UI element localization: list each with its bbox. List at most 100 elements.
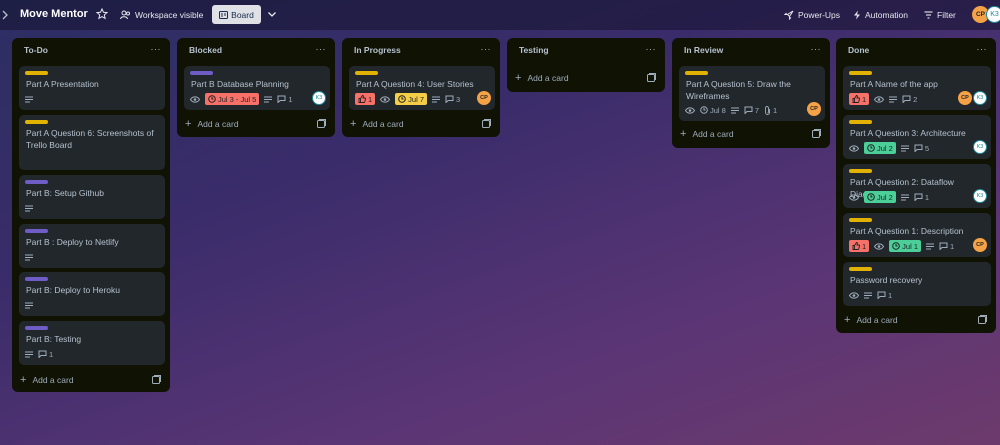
label-yellow[interactable]	[355, 71, 378, 75]
card-part-a-question-1[interactable]: Part A Question 1: Description 1 Jul 1 1…	[843, 213, 991, 257]
card-member-avatar[interactable]: K3	[973, 140, 987, 154]
label-purple[interactable]	[25, 277, 48, 281]
card-part-b-deploy-heroku[interactable]: Part B: Deploy to Heroku	[19, 272, 165, 316]
card-member-avatar[interactable]: CP	[477, 91, 491, 105]
card-part-b-database-planning[interactable]: Part B Database Planning Jul 3 - Jul 5 1…	[184, 66, 330, 110]
votes-badge[interactable]: 1	[355, 93, 376, 105]
paperclip-icon	[764, 105, 771, 115]
card-member-avatar[interactable]: CP	[973, 238, 987, 252]
card-title: Part B : Deploy to Netlify	[26, 237, 119, 247]
due-date-text: Jul 2	[877, 192, 893, 202]
add-card-button[interactable]: + Add a card	[515, 72, 569, 84]
card-part-b-testing[interactable]: Part B: Testing 1	[19, 321, 165, 365]
more-icon[interactable]: ···	[977, 44, 988, 54]
member-avatar-k3[interactable]: K3	[986, 6, 1000, 23]
list-title[interactable]: Testing	[519, 45, 549, 55]
add-card-button[interactable]: + Add a card	[680, 128, 734, 140]
description-icon	[432, 96, 441, 103]
card-part-a-question-3[interactable]: Part A Question 3: Architecture Jul 2 5 …	[843, 115, 991, 159]
add-card-button[interactable]: + Add a card	[844, 314, 898, 326]
label-yellow[interactable]	[25, 120, 48, 124]
card-part-a-presentation[interactable]: Part A Presentation	[19, 66, 165, 110]
description-icon	[25, 351, 33, 358]
card-title: Part A Question 3: Architecture	[850, 128, 966, 138]
add-card-button[interactable]: + Add a card	[185, 118, 239, 130]
card-part-b-setup-github[interactable]: Part B: Setup Github	[19, 175, 165, 219]
label-yellow[interactable]	[25, 71, 48, 75]
visibility-button[interactable]: Workspace visible	[120, 6, 203, 23]
more-icon[interactable]: ···	[646, 44, 657, 54]
clock-icon	[700, 106, 708, 114]
board-title[interactable]: Move Mentor	[20, 8, 88, 20]
list-title[interactable]: Blocked	[189, 45, 222, 55]
label-purple[interactable]	[25, 229, 48, 233]
card-template-icon[interactable]	[152, 375, 161, 384]
list-title[interactable]: In Review	[684, 45, 723, 55]
label-yellow[interactable]	[849, 169, 872, 173]
more-icon[interactable]: ···	[151, 44, 162, 54]
list-title[interactable]: To-Do	[24, 45, 48, 55]
dates-badge[interactable]: Jul 3 - Jul 5	[205, 93, 260, 105]
card-member-avatar[interactable]: CP	[807, 102, 821, 116]
votes-badge[interactable]: 1	[849, 93, 870, 105]
label-purple[interactable]	[190, 71, 213, 75]
comment-icon	[445, 95, 454, 103]
card-template-icon[interactable]	[317, 119, 326, 128]
card-title: Part B Database Planning	[191, 79, 289, 89]
add-card-button[interactable]: + Add a card	[20, 374, 74, 386]
due-date-badge[interactable]: Jul 2	[864, 142, 896, 154]
filter-button[interactable]: Filter	[924, 6, 956, 23]
more-icon[interactable]: ···	[316, 44, 327, 54]
card-template-icon[interactable]	[978, 315, 987, 324]
card-part-a-question-4[interactable]: Part A Question 4: User Stories 1 Jul 7 …	[349, 66, 495, 110]
add-card-label: Add a card	[197, 119, 239, 129]
label-yellow[interactable]	[849, 71, 872, 75]
label-yellow[interactable]	[685, 71, 708, 75]
card-title: Password recovery	[850, 275, 923, 285]
card-member-avatar[interactable]: K3	[973, 91, 987, 105]
chevron-down-icon[interactable]	[266, 8, 278, 20]
card-template-icon[interactable]	[482, 119, 491, 128]
label-yellow[interactable]	[849, 120, 872, 124]
label-yellow[interactable]	[849, 267, 872, 271]
votes-count: 1	[862, 94, 867, 104]
more-icon[interactable]: ···	[811, 44, 822, 54]
add-card-label: Add a card	[362, 119, 404, 129]
label-purple[interactable]	[25, 180, 48, 184]
card-part-a-question-2[interactable]: Part A Question 2: Dataflow Diagram Jul …	[843, 164, 991, 208]
card-part-a-question-6[interactable]: Part A Question 6: Screenshots of Trello…	[19, 115, 165, 170]
list-title[interactable]: In Progress	[354, 45, 401, 55]
card-member-avatar[interactable]: K3	[973, 189, 987, 203]
votes-badge[interactable]: 1	[849, 240, 870, 252]
expand-sidebar-icon[interactable]	[2, 10, 8, 20]
due-date-badge[interactable]: Jul 8	[700, 106, 726, 115]
power-ups-button[interactable]: Power-Ups	[784, 6, 840, 23]
card-title: Part A Presentation	[26, 79, 99, 89]
automation-button[interactable]: Automation	[853, 6, 908, 23]
card-password-recovery[interactable]: Password recovery 1	[843, 262, 991, 306]
due-date-badge[interactable]: Jul 2	[864, 191, 896, 203]
comments-count: 5	[924, 143, 930, 153]
due-date-badge[interactable]: Jul 1	[889, 240, 922, 252]
comment-icon	[902, 95, 911, 103]
add-card-button[interactable]: + Add a card	[350, 118, 404, 130]
due-date-badge[interactable]: Jul 7	[395, 93, 428, 105]
card-template-icon[interactable]	[812, 129, 821, 138]
card-part-a-name-of-app[interactable]: Part A Name of the app 1 2 CP K3	[843, 66, 991, 110]
star-icon[interactable]	[96, 8, 108, 20]
card-member-avatar[interactable]: K3	[312, 91, 326, 105]
board-view-button[interactable]: Board	[212, 5, 261, 24]
label-purple[interactable]	[25, 326, 48, 330]
card-badges: 1 Jul 1 1	[849, 240, 954, 252]
label-yellow[interactable]	[849, 218, 872, 222]
visibility-label: Workspace visible	[135, 9, 204, 20]
more-icon[interactable]: ···	[481, 44, 492, 54]
card-member-avatar[interactable]: CP	[958, 91, 972, 105]
card-template-icon[interactable]	[647, 73, 656, 82]
card-part-a-question-5[interactable]: Part A Question 5: Draw the Wireframes J…	[679, 66, 825, 121]
clock-icon	[398, 95, 406, 103]
list-title[interactable]: Done	[848, 45, 869, 55]
due-date-text: Jul 8	[710, 105, 726, 115]
card-part-b-deploy-netlify[interactable]: Part B : Deploy to Netlify	[19, 224, 165, 268]
board-header: Move Mentor Workspace visible Board Powe…	[0, 0, 1000, 30]
